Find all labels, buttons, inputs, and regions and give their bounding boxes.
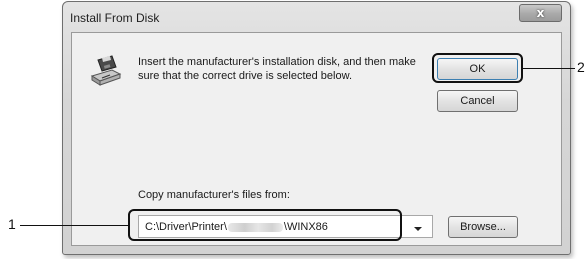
callout-box-ok [432,53,523,83]
callout-line-2 [523,68,575,69]
browse-button[interactable]: Browse... [448,216,518,238]
title-bar: Install From Disk x [63,2,570,32]
callout-number-1: 1 [8,216,16,232]
callout-line-1 [20,225,128,226]
cancel-button[interactable]: Cancel [437,90,518,112]
instruction-text: Insert the manufacturer's installation d… [138,56,416,82]
floppy-disk-drive-icon [90,55,122,86]
dialog-title: Install From Disk [70,11,160,25]
chevron-down-icon[interactable] [414,227,422,231]
callout-box-path [128,209,402,241]
callout-number-2: 2 [577,59,585,75]
close-button[interactable]: x [519,4,562,22]
close-icon: x [536,6,545,20]
copy-from-label: Copy manufacturer's files from: [138,189,290,201]
